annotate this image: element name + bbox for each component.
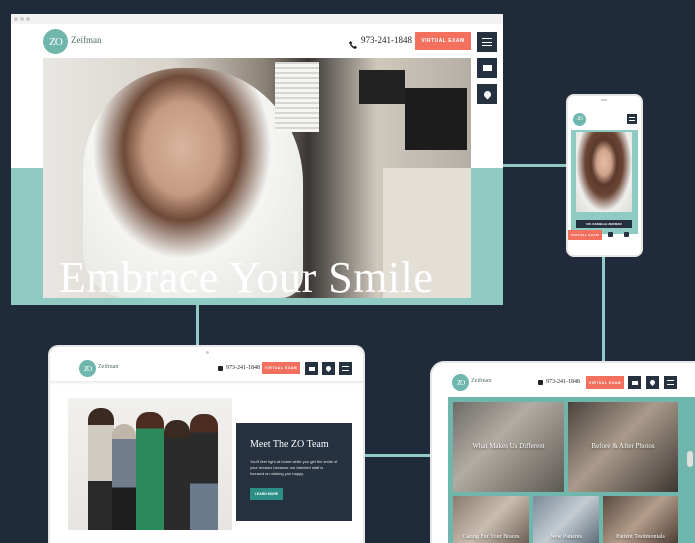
tablet-email-button[interactable] <box>305 362 318 375</box>
team-member <box>164 420 190 530</box>
hamburger-icon <box>629 117 635 121</box>
phone-icon <box>349 36 357 49</box>
menu-button[interactable] <box>477 32 497 52</box>
window-dot <box>14 17 18 21</box>
envelope-icon <box>308 366 315 371</box>
map-pin-icon <box>648 378 657 387</box>
team-member <box>190 414 218 530</box>
tablet-camera <box>206 351 209 354</box>
tablet-location-button[interactable] <box>322 362 335 375</box>
logo-wordmark: Zeifman <box>71 35 102 45</box>
phone-icon <box>218 366 223 371</box>
hamburger-icon <box>667 380 674 385</box>
connector-tablet-laptop <box>364 454 430 457</box>
tile-label: New Patients <box>550 534 582 540</box>
tile-new-patients[interactable]: New Patients <box>533 496 599 543</box>
phone-icon <box>538 380 543 385</box>
phone-logo-monogram: ZO <box>573 113 586 126</box>
team-member <box>136 412 164 530</box>
phone-pin-icon[interactable] <box>624 232 629 237</box>
envelope-icon <box>631 380 638 385</box>
tablet-menu-button[interactable] <box>339 362 352 375</box>
team-title: Meet The ZO Team <box>250 439 329 450</box>
map-pin-icon <box>324 364 333 373</box>
hamburger-icon <box>342 366 349 371</box>
team-member <box>88 408 114 530</box>
tile-label: Caring For Your Braces <box>462 534 520 540</box>
map-pin-icon <box>482 89 492 99</box>
laptop-menu-button[interactable] <box>664 376 677 389</box>
team-photo <box>68 398 232 530</box>
team-learn-more-button[interactable]: LEARN MORE <box>250 488 283 500</box>
tiles-grid: What Makes Us Different Before & After P… <box>448 397 695 543</box>
laptop-email-button[interactable] <box>628 376 641 389</box>
window-dot <box>26 17 30 21</box>
phone-doctor-name-bar[interactable]: DR. DANIELLE ZEIFMAN <box>576 220 632 228</box>
phone-phone-icon[interactable] <box>608 232 613 237</box>
tablet-logo-monogram[interactable]: ZO <box>79 360 96 377</box>
tablet-header-shadow <box>50 381 363 385</box>
tablet-phone-number[interactable]: 973-241-1848 <box>226 365 260 371</box>
phone-virtual-exam-button[interactable]: VIRTUAL EXAM <box>568 230 602 240</box>
email-button[interactable] <box>477 58 497 78</box>
desktop-mockup: ZO Zeifman 973-241-1848 VIRTUAL EXAM Emb… <box>11 14 503 305</box>
laptop-logo-wordmark: Zeifman <box>471 378 492 384</box>
window-blinds <box>275 62 319 132</box>
connector-phone-laptop <box>602 256 605 362</box>
laptop-logo-monogram[interactable]: ZO <box>452 374 469 391</box>
phone-menu-button[interactable] <box>627 114 637 124</box>
laptop-phone-number[interactable]: 973-241-1848 <box>546 379 580 385</box>
connector-desktop-phone <box>500 164 566 167</box>
hamburger-icon <box>482 38 492 46</box>
window-dot <box>20 17 24 21</box>
envelope-icon <box>482 65 492 71</box>
monitor-1 <box>359 70 405 104</box>
tablet-logo-wordmark: Zeifman <box>98 364 119 370</box>
tablet-virtual-exam-button[interactable]: VIRTUAL EXAM <box>262 362 300 374</box>
virtual-exam-button[interactable]: VIRTUAL EXAM <box>415 32 471 50</box>
team-member <box>112 424 136 530</box>
header-phone-number[interactable]: 973-241-1848 <box>361 35 412 45</box>
connector-desktop-tablet <box>196 304 199 346</box>
laptop-mockup: ZO Zeifman 973-241-1848 VIRTUAL EXAM Wha… <box>430 361 695 543</box>
tile-caring-for-your-braces[interactable]: Caring For Your Braces <box>453 496 529 543</box>
monitor-2 <box>405 88 467 150</box>
browser-top-bar <box>11 14 503 24</box>
tile-before-after-photos[interactable]: Before & After Photos <box>568 402 678 492</box>
laptop-side-button <box>687 451 693 467</box>
phone-doctor-photo <box>576 132 632 212</box>
location-button[interactable] <box>477 84 497 104</box>
phone-speaker <box>601 99 607 101</box>
laptop-location-button[interactable] <box>646 376 659 389</box>
showcase-canvas: ZO Zeifman 973-241-1848 VIRTUAL EXAM Emb… <box>0 0 695 543</box>
team-description: You'll feel right at home while you get … <box>250 459 338 476</box>
tablet-mockup: ZO Zeifman 973-241-1848 VIRTUAL EXAM Mee… <box>48 345 365 543</box>
tile-label: Before & After Photos <box>591 442 655 450</box>
tile-patient-testimonials[interactable]: Patient Testimonials <box>603 496 678 543</box>
tile-what-makes-us-different[interactable]: What Makes Us Different <box>453 402 564 492</box>
phone-mockup: ZO DR. DANIELLE ZEIFMAN VIRTUAL EXAM <box>566 94 643 257</box>
team-card: Meet The ZO Team You'll feel right at ho… <box>236 423 352 521</box>
tile-label: What Makes Us Different <box>472 442 545 450</box>
laptop-virtual-exam-button[interactable]: VIRTUAL EXAM <box>586 376 624 389</box>
tile-label: Patient Testimonials <box>616 534 665 540</box>
hero-title: Embrace Your Smile <box>59 253 434 302</box>
logo-monogram[interactable]: ZO <box>43 29 68 54</box>
